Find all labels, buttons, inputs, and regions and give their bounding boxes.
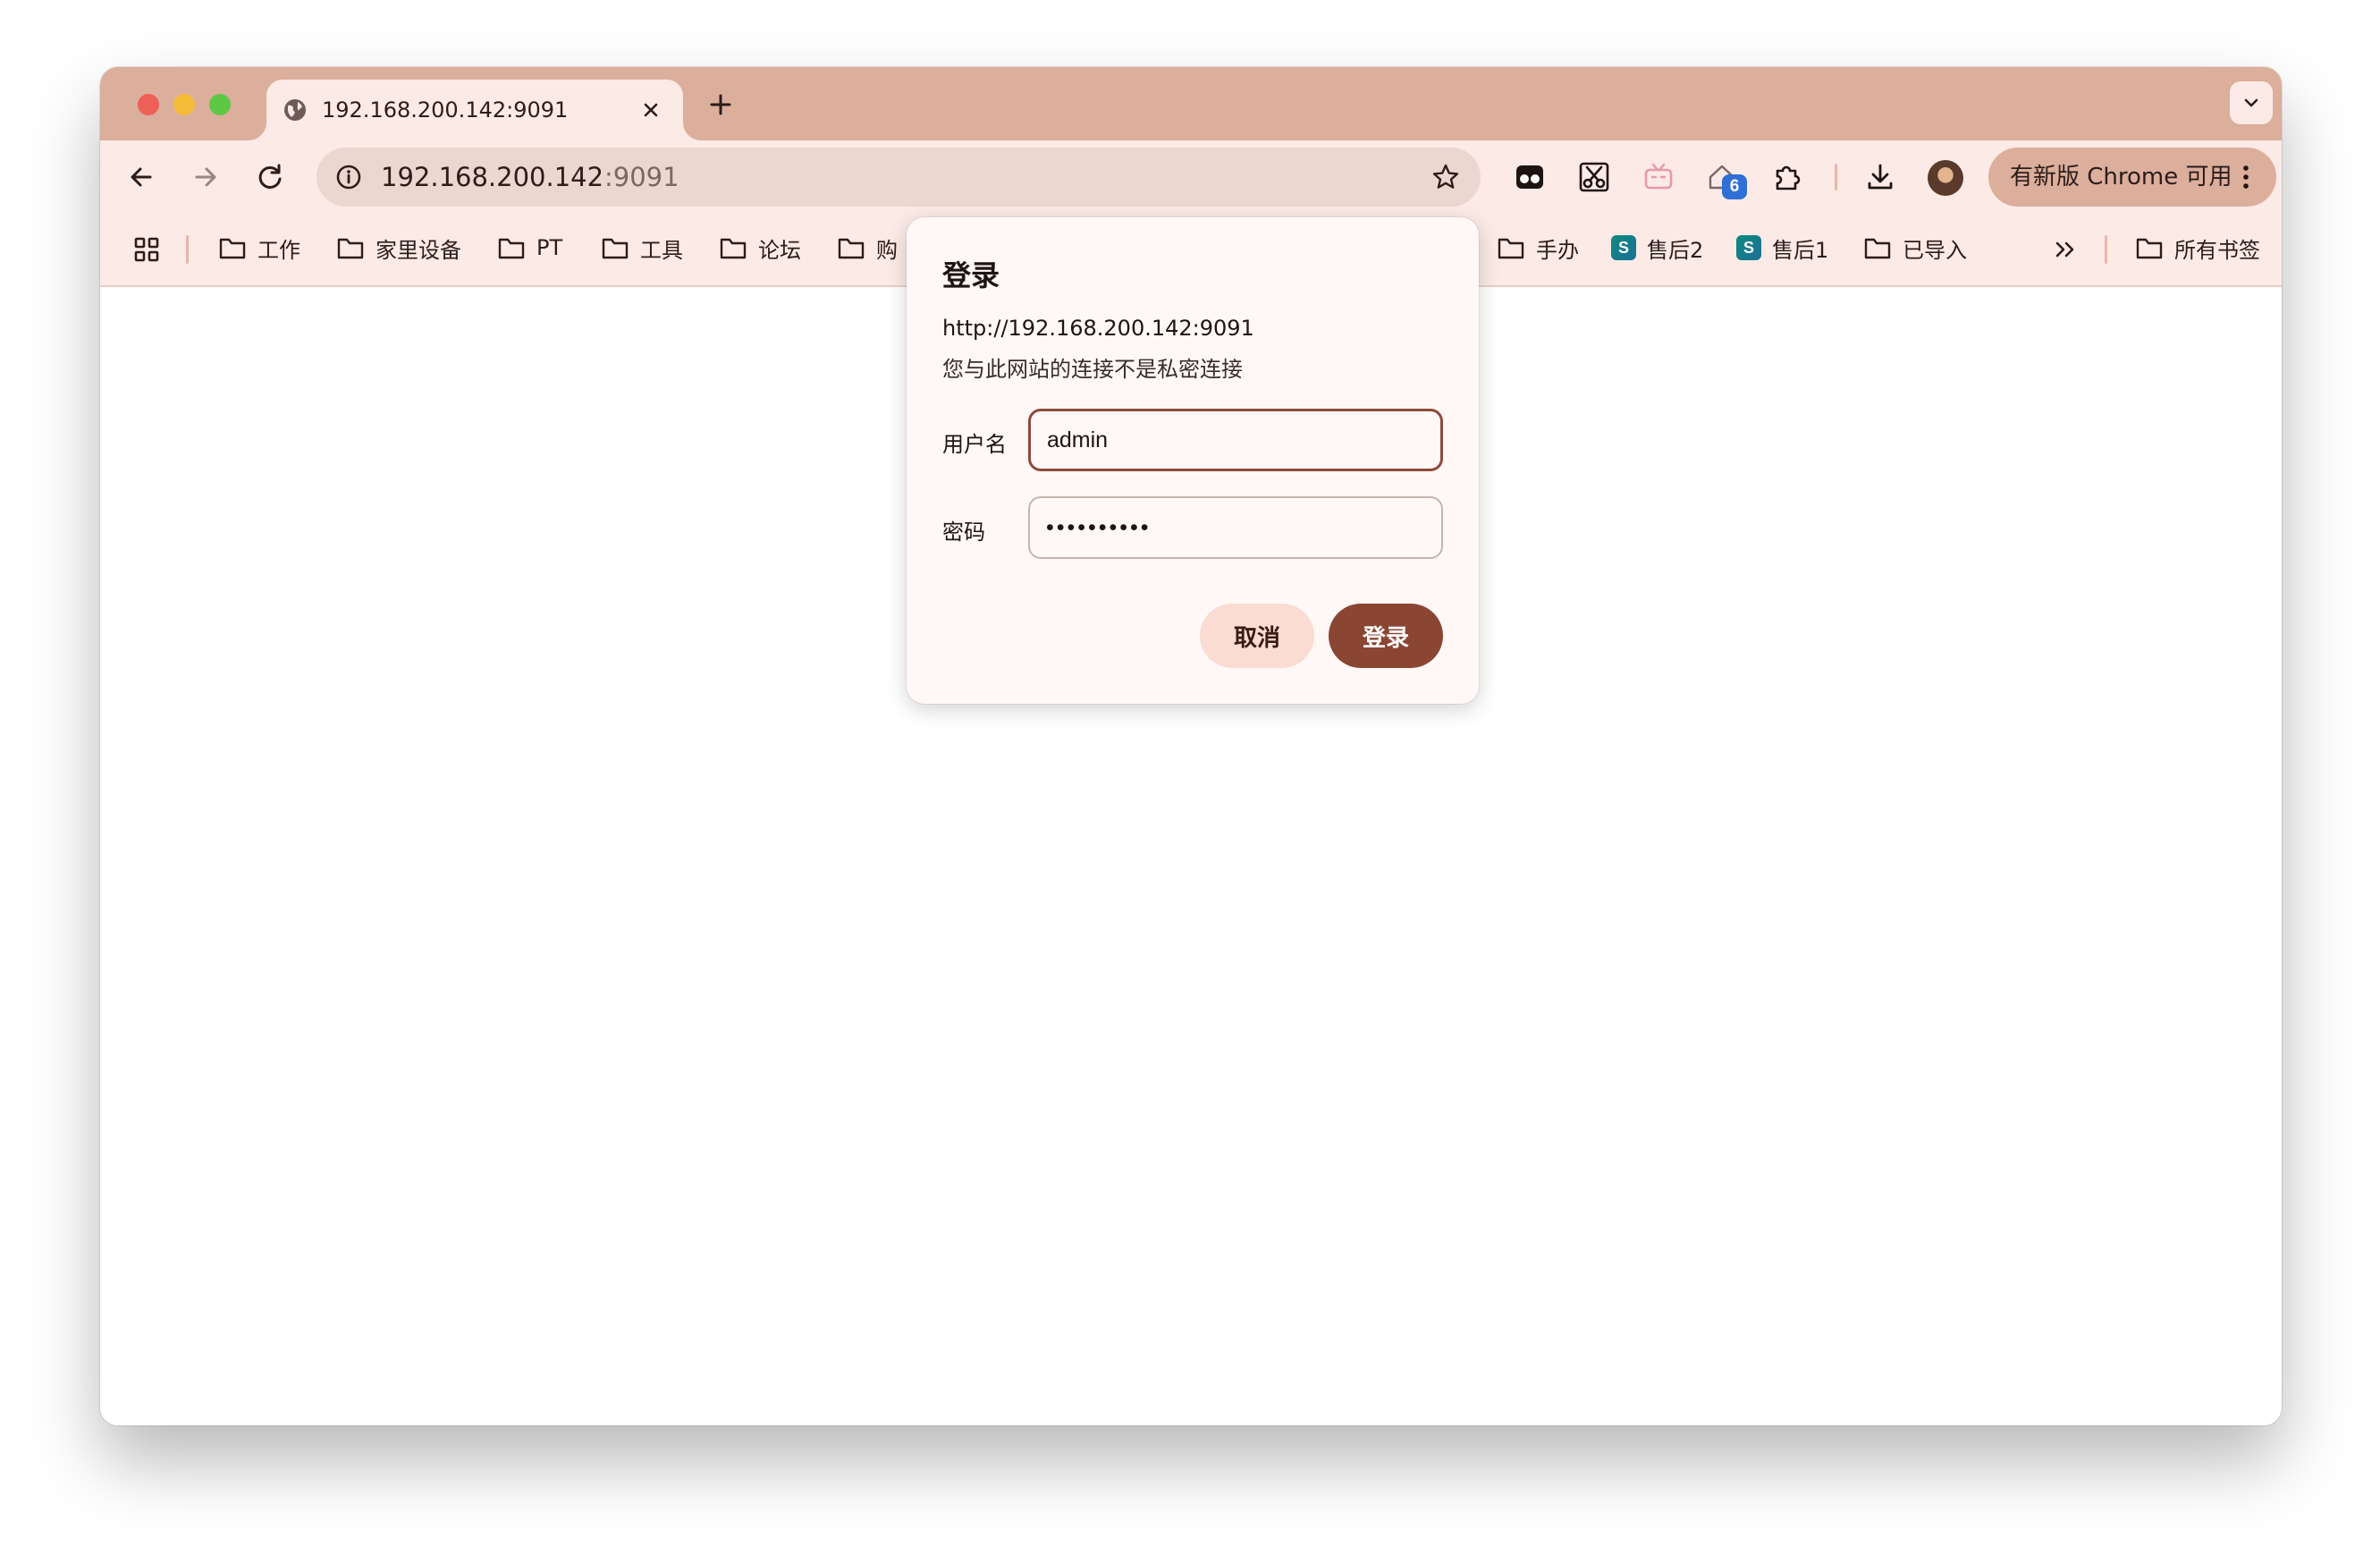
login-dialog: 登录 http://192.168.200.142:9091 您与此网站的连接不… <box>907 217 1479 704</box>
bookmark-folder-tools[interactable]: 工具 <box>601 214 683 282</box>
close-tab-icon[interactable] <box>638 97 663 123</box>
zoom-window-button[interactable] <box>209 94 231 115</box>
extension-badge: 6 <box>1722 174 1747 199</box>
all-bookmarks-folder[interactable]: 所有书签 <box>2135 214 2260 282</box>
toolbar-divider <box>1835 164 1837 190</box>
chevron-double-right-icon[interactable] <box>2049 233 2081 266</box>
puzzle-extensions-icon[interactable] <box>1770 160 1804 194</box>
folder-icon <box>602 238 629 259</box>
scissors-extension-icon[interactable] <box>1577 160 1611 194</box>
username-label: 用户名 <box>942 432 1007 457</box>
chevron-down-icon <box>2244 98 2258 107</box>
toolbar: 192.168.200.142 :9091 6 有新版 Chrome 可用 <box>100 140 2282 214</box>
bookmark-site-aftersales-2[interactable]: S 售后2 <box>1611 214 1703 282</box>
tv-extension-icon[interactable] <box>1642 160 1675 194</box>
bookmark-label: 工具 <box>640 237 683 263</box>
bookmark-label: PT <box>536 235 563 260</box>
folder-icon <box>1498 238 1524 259</box>
sharepoint-icon: S <box>1736 235 1761 260</box>
bookmark-label: 手办 <box>1536 237 1579 263</box>
sharepoint-icon: S <box>1611 235 1636 260</box>
dialog-warning: 您与此网站的连接不是私密连接 <box>942 357 1243 382</box>
download-icon[interactable] <box>1863 160 1897 194</box>
username-input[interactable] <box>1028 409 1443 471</box>
bookmark-label: 论坛 <box>758 237 801 263</box>
folder-icon <box>498 238 525 259</box>
bookmark-folder-shopping[interactable]: 购 <box>837 214 898 282</box>
more-vert-icon[interactable] <box>2241 164 2251 190</box>
bookmark-label: 家里设备 <box>376 237 461 263</box>
folder-icon <box>720 238 747 259</box>
bookmark-site-aftersales-1[interactable]: S 售后1 <box>1736 214 1828 282</box>
folder-icon <box>2136 238 2163 259</box>
back-arrow-icon[interactable] <box>123 159 159 195</box>
bookmark-folder-work[interactable]: 工作 <box>218 214 300 282</box>
browser-window: 192.168.200.142:9091 192.168.200.142:90… <box>100 67 2282 1425</box>
url-port: :9091 <box>604 162 679 192</box>
close-window-button[interactable] <box>138 94 159 115</box>
bookmark-folder-pt[interactable]: PT <box>497 214 562 282</box>
tab-title: 192.168.200.142:9091 <box>322 97 569 123</box>
reload-icon[interactable] <box>252 159 288 195</box>
bookmarks-divider <box>186 235 189 264</box>
new-tab-icon[interactable] <box>705 89 737 121</box>
folder-icon <box>1864 238 1891 259</box>
login-button[interactable]: 登录 <box>1329 604 1443 668</box>
minimize-window-button[interactable] <box>173 94 195 115</box>
bookmark-star-icon[interactable] <box>1431 162 1461 192</box>
address-bar[interactable]: 192.168.200.142 :9091 <box>316 148 1481 207</box>
bookmark-folder-forum[interactable]: 论坛 <box>719 214 801 282</box>
tab-strip: 192.168.200.142:9091 <box>100 67 2282 140</box>
apps-grid-icon[interactable] <box>132 235 161 264</box>
bookmark-label: 工作 <box>257 237 300 263</box>
password-label: 密码 <box>942 520 985 545</box>
bookmark-label: 购 <box>876 237 898 263</box>
cancel-button[interactable]: 取消 <box>1200 604 1314 668</box>
folder-icon <box>219 238 246 259</box>
bookmarks-divider <box>2105 235 2107 264</box>
password-input[interactable] <box>1028 496 1443 559</box>
bookmark-label: 售后1 <box>1772 237 1829 263</box>
globe-icon <box>284 99 306 121</box>
bookmark-folder-home-devices[interactable]: 家里设备 <box>336 214 461 282</box>
dialog-url: http://192.168.200.142:9091 <box>942 316 1254 341</box>
forward-arrow-icon[interactable] <box>188 159 224 195</box>
profile-avatar[interactable] <box>1928 160 1963 196</box>
tab-search-button[interactable] <box>2230 81 2273 124</box>
bookmark-label: 售后2 <box>1647 237 1704 263</box>
update-label: 有新版 Chrome 可用 <box>2010 164 2232 190</box>
active-tab[interactable]: 192.168.200.142:9091 <box>266 80 683 140</box>
folder-icon <box>838 238 865 259</box>
bookmark-label: 所有书签 <box>2174 237 2260 263</box>
site-info-icon[interactable] <box>334 163 363 191</box>
folder-icon <box>337 238 364 259</box>
bookmark-folder-figures[interactable]: 手办 <box>1497 214 1579 282</box>
glasses-extension-icon[interactable] <box>1513 160 1547 194</box>
chrome-update-button[interactable]: 有新版 Chrome 可用 <box>1988 148 2276 207</box>
bookmark-folder-imported[interactable]: 已导入 <box>1863 214 1967 282</box>
dialog-title: 登录 <box>942 258 1000 292</box>
bookmark-label: 已导入 <box>1903 237 1967 263</box>
url-host: 192.168.200.142 <box>381 162 604 192</box>
